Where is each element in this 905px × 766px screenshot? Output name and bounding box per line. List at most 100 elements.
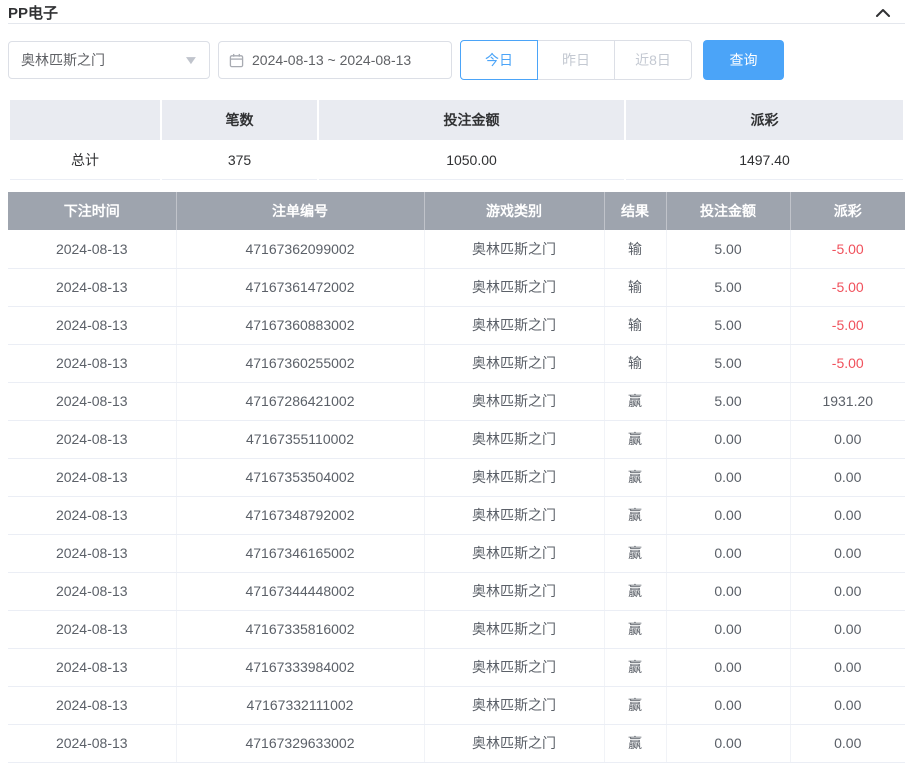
calendar-icon: [229, 53, 244, 68]
quick-btn-last-8-days[interactable]: 近8日: [614, 40, 692, 80]
summary-header-row: 笔数 投注金额 派彩: [10, 100, 903, 140]
cell-payout: -5.00: [790, 344, 905, 382]
cell-bet-time: 2024-08-13: [8, 420, 176, 458]
cell-order-id: 47167348792002: [176, 496, 424, 534]
cell-bet-amount: 5.00: [666, 344, 790, 382]
cell-payout: 0.00: [790, 496, 905, 534]
cell-bet-amount: 0.00: [666, 534, 790, 572]
cell-game-type: 奥林匹斯之门: [424, 686, 604, 724]
date-range-input[interactable]: 2024-08-13 ~ 2024-08-13: [218, 41, 452, 79]
cell-result: 输: [604, 230, 666, 268]
cell-payout: 0.00: [790, 458, 905, 496]
cell-bet-time: 2024-08-13: [8, 382, 176, 420]
cell-bet-time: 2024-08-13: [8, 268, 176, 306]
summary-table: 笔数 投注金额 派彩 总计 375 1050.00 1497.40: [8, 100, 905, 180]
cell-payout: 0.00: [790, 572, 905, 610]
cell-game-type: 奥林匹斯之门: [424, 268, 604, 306]
cell-order-id: 47167286421002: [176, 382, 424, 420]
cell-result: 输: [604, 306, 666, 344]
table-row: 2024-08-13 47167360883002 奥林匹斯之门 输 5.00 …: [8, 306, 905, 344]
game-select[interactable]: 奥林匹斯之门 ▼: [8, 41, 210, 79]
header-payout: 派彩: [790, 192, 905, 230]
cell-payout: 0.00: [790, 534, 905, 572]
cell-payout: 0.00: [790, 648, 905, 686]
cell-game-type: 奥林匹斯之门: [424, 648, 604, 686]
cell-result: 赢: [604, 686, 666, 724]
cell-bet-amount: 0.00: [666, 686, 790, 724]
records-table: 下注时间 注单编号 游戏类别 结果 投注金额 派彩 2024-08-13 471…: [8, 192, 905, 763]
cell-bet-amount: 0.00: [666, 648, 790, 686]
table-row: 2024-08-13 47167348792002 奥林匹斯之门 赢 0.00 …: [8, 496, 905, 534]
pp-games-panel: PP电子 奥林匹斯之门 ▼ 2024-08-13 ~ 2024-08-13: [0, 0, 905, 763]
records-body: 2024-08-13 47167362099002 奥林匹斯之门 输 5.00 …: [8, 230, 905, 762]
table-row: 2024-08-13 47167329633002 奥林匹斯之门 赢 0.00 …: [8, 724, 905, 762]
cell-bet-time: 2024-08-13: [8, 724, 176, 762]
header-result: 结果: [604, 192, 666, 230]
table-row: 2024-08-13 47167333984002 奥林匹斯之门 赢 0.00 …: [8, 648, 905, 686]
cell-game-type: 奥林匹斯之门: [424, 230, 604, 268]
cell-game-type: 奥林匹斯之门: [424, 344, 604, 382]
table-row: 2024-08-13 47167332111002 奥林匹斯之门 赢 0.00 …: [8, 686, 905, 724]
cell-payout: 0.00: [790, 724, 905, 762]
cell-order-id: 47167346165002: [176, 534, 424, 572]
table-row: 2024-08-13 47167346165002 奥林匹斯之门 赢 0.00 …: [8, 534, 905, 572]
quick-date-button-group: 今日 昨日 近8日: [460, 40, 692, 80]
cell-order-id: 47167335816002: [176, 610, 424, 648]
table-row: 2024-08-13 47167355110002 奥林匹斯之门 赢 0.00 …: [8, 420, 905, 458]
cell-bet-time: 2024-08-13: [8, 344, 176, 382]
cell-order-id: 47167355110002: [176, 420, 424, 458]
cell-order-id: 47167333984002: [176, 648, 424, 686]
quick-btn-today[interactable]: 今日: [460, 40, 538, 80]
cell-bet-time: 2024-08-13: [8, 458, 176, 496]
cell-bet-time: 2024-08-13: [8, 496, 176, 534]
cell-bet-time: 2024-08-13: [8, 534, 176, 572]
cell-bet-time: 2024-08-13: [8, 610, 176, 648]
cell-game-type: 奥林匹斯之门: [424, 306, 604, 344]
cell-game-type: 奥林匹斯之门: [424, 382, 604, 420]
cell-payout: 0.00: [790, 686, 905, 724]
table-row: 2024-08-13 47167360255002 奥林匹斯之门 输 5.00 …: [8, 344, 905, 382]
cell-bet-amount: 0.00: [666, 496, 790, 534]
summary-payout-value: 1497.40: [626, 140, 903, 180]
table-row: 2024-08-13 47167361472002 奥林匹斯之门 输 5.00 …: [8, 268, 905, 306]
cell-payout: 0.00: [790, 420, 905, 458]
table-row: 2024-08-13 47167344448002 奥林匹斯之门 赢 0.00 …: [8, 572, 905, 610]
cell-result: 输: [604, 268, 666, 306]
search-button[interactable]: 查询: [703, 40, 784, 80]
table-row: 2024-08-13 47167286421002 奥林匹斯之门 赢 5.00 …: [8, 382, 905, 420]
date-range-value: 2024-08-13 ~ 2024-08-13: [252, 52, 411, 68]
cell-order-id: 47167329633002: [176, 724, 424, 762]
cell-bet-time: 2024-08-13: [8, 230, 176, 268]
panel-title: PP电子: [8, 2, 58, 23]
cell-bet-amount: 5.00: [666, 268, 790, 306]
summary-count-value: 375: [162, 140, 317, 180]
cell-game-type: 奥林匹斯之门: [424, 496, 604, 534]
cell-result: 赢: [604, 382, 666, 420]
cell-bet-amount: 5.00: [666, 230, 790, 268]
records-header-row: 下注时间 注单编号 游戏类别 结果 投注金额 派彩: [8, 192, 905, 230]
cell-game-type: 奥林匹斯之门: [424, 572, 604, 610]
cell-payout: 1931.20: [790, 382, 905, 420]
header-game-type: 游戏类别: [424, 192, 604, 230]
cell-game-type: 奥林匹斯之门: [424, 458, 604, 496]
cell-result: 赢: [604, 610, 666, 648]
quick-btn-yesterday[interactable]: 昨日: [537, 40, 615, 80]
cell-game-type: 奥林匹斯之门: [424, 724, 604, 762]
cell-order-id: 47167361472002: [176, 268, 424, 306]
summary-header-bet-amount: 投注金额: [319, 100, 624, 140]
cell-payout: -5.00: [790, 268, 905, 306]
cell-bet-time: 2024-08-13: [8, 648, 176, 686]
cell-bet-amount: 5.00: [666, 382, 790, 420]
collapse-chevron-up-icon[interactable]: [875, 7, 891, 19]
cell-result: 赢: [604, 420, 666, 458]
cell-order-id: 47167360255002: [176, 344, 424, 382]
cell-order-id: 47167332111002: [176, 686, 424, 724]
cell-bet-amount: 5.00: [666, 306, 790, 344]
cell-payout: -5.00: [790, 230, 905, 268]
summary-bet-amount-value: 1050.00: [319, 140, 624, 180]
cell-game-type: 奥林匹斯之门: [424, 534, 604, 572]
game-select-value: 奥林匹斯之门: [21, 50, 105, 70]
cell-order-id: 47167344448002: [176, 572, 424, 610]
cell-order-id: 47167360883002: [176, 306, 424, 344]
cell-bet-amount: 0.00: [666, 420, 790, 458]
